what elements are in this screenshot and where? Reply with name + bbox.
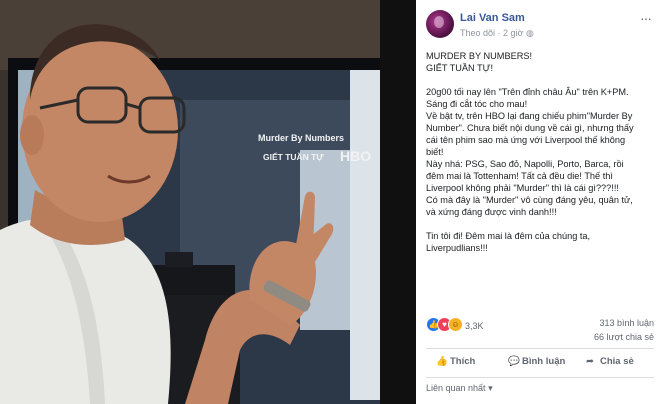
- post-panel: Lai Van Sam Theo dõi · 2 giờ ◍ ··· MURDE…: [416, 0, 660, 404]
- post-header: Lai Van Sam Theo dõi · 2 giờ ◍ ···: [426, 10, 656, 42]
- post-paragraph-3: Tin tôi đi! Đêm mai là đêm của chúng ta,…: [426, 230, 654, 254]
- text-line: Tin tôi đi! Đêm mai là đêm của chúng ta,: [426, 231, 591, 241]
- more-options-button[interactable]: ···: [640, 10, 652, 26]
- share-label: Chia sẻ: [600, 356, 634, 367]
- text-line: đêm mai là Tottenham! Tất cả đều die! Th…: [426, 171, 613, 181]
- post-stats: 👍 ♥ ☺ 3,3K 313 bình luận 66 lượt chia sẻ: [426, 314, 654, 348]
- post-photo[interactable]: Murder By Numbers GIẾT TUẦN TỰ HBO: [0, 0, 380, 404]
- like-icon: 👍: [436, 356, 448, 367]
- author-name[interactable]: Lai Van Sam: [460, 12, 525, 24]
- globe-icon: ◍: [525, 28, 534, 38]
- post-text: MURDER BY NUMBERS! GIẾT TUẦN TỰ! 20g00 t…: [426, 50, 654, 266]
- like-button[interactable]: 👍 Thích: [436, 356, 475, 367]
- photo-divider: [380, 0, 416, 404]
- text-line: MURDER BY NUMBERS!: [426, 51, 533, 61]
- post-paragraph-1: MURDER BY NUMBERS! GIẾT TUẦN TỰ!: [426, 50, 654, 74]
- text-line: GIẾT TUẦN TỰ!: [426, 63, 494, 73]
- chevron-down-icon: ▾: [488, 383, 493, 393]
- comment-label: Bình luận: [522, 356, 566, 367]
- text-line: Liverpudlians!!!: [426, 243, 488, 253]
- comment-sort-dropdown[interactable]: Liên quan nhất ▾: [426, 383, 493, 394]
- text-line: Về bật tv, trên HBO lại đang chiếu phim"…: [426, 111, 633, 121]
- text-line: Number". Chưa biết nội dung về cái gì, n…: [426, 123, 634, 133]
- comment-button[interactable]: 💬 Bình luận: [508, 356, 565, 367]
- text-line: và xứng đáng được vinh danh!!!: [426, 207, 557, 217]
- reactions-count[interactable]: 3,3K: [465, 321, 484, 331]
- post-meta: Theo dõi · 2 giờ ◍: [460, 28, 534, 39]
- post-paragraph-2: 20g00 tối nay lên "Trên đỉnh châu Âu" tr…: [426, 86, 654, 218]
- tv-title-line2: GIẾT TUẦN TỰ: [263, 152, 324, 162]
- text-line: Có mà đây là "Murder" vô cùng đáng yêu, …: [426, 195, 633, 205]
- text-line: Này nhá: PSG, Sao đỏ, Napolli, Porto, Ba…: [426, 159, 624, 169]
- like-label: Thích: [450, 356, 476, 367]
- text-line: 20g00 tối nay lên "Trên đỉnh châu Âu" tr…: [426, 87, 629, 97]
- post-actions: 👍 Thích 💬 Bình luận ➦ Chia sẻ: [426, 352, 654, 374]
- tv-title-line1: Murder By Numbers: [258, 133, 344, 143]
- text-line: Sáng đi cắt tóc cho mau!: [426, 99, 528, 109]
- post-time[interactable]: 2 giờ: [503, 28, 523, 38]
- haha-icon: ☺: [448, 317, 463, 332]
- comment-icon: 💬: [508, 356, 520, 367]
- divider: [426, 377, 654, 378]
- avatar[interactable]: [426, 10, 454, 38]
- text-line: Liverpool không phải "Murder" thì là cái…: [426, 183, 619, 193]
- share-icon: ➦: [586, 356, 594, 367]
- shares-count[interactable]: 66 lượt chia sẻ: [594, 332, 654, 342]
- comment-sort-label: Liên quan nhất: [426, 383, 486, 393]
- follow-link[interactable]: Theo dõi: [460, 28, 495, 38]
- text-line: biết!: [426, 147, 444, 157]
- divider: [426, 348, 654, 349]
- text-line: cái tên phim sao mà ứng với Liverpool th…: [426, 135, 626, 145]
- tv-hbo-logo: HBO: [340, 148, 371, 164]
- comments-count[interactable]: 313 bình luận: [599, 318, 654, 328]
- share-button[interactable]: ➦ Chia sẻ: [586, 356, 634, 367]
